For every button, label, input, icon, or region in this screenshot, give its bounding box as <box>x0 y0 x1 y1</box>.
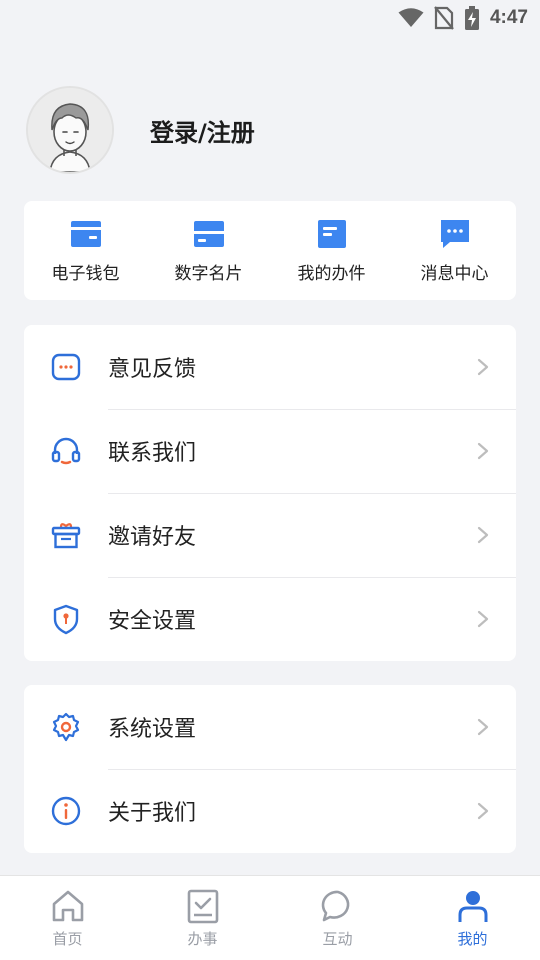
menu-item-label: 联系我们 <box>108 441 197 466</box>
headset-icon <box>51 437 81 465</box>
quick-item-my-cases[interactable]: 我的办件 <box>270 217 393 284</box>
nav-tab-home[interactable]: 首页 <box>6 888 129 949</box>
menu-item-label: 安全设置 <box>108 609 197 634</box>
menu-item-about-us[interactable]: 关于我们 <box>24 769 516 853</box>
info-icon <box>51 796 81 826</box>
nav-tab-interaction[interactable]: 互动 <box>276 888 399 949</box>
wifi-icon <box>398 8 424 27</box>
message-icon <box>440 220 469 248</box>
chevron-right-icon <box>477 442 489 460</box>
quick-item-label: 数字名片 <box>174 264 243 284</box>
menu-item-feedback[interactable]: 意见反馈 <box>24 325 516 409</box>
nav-tab-label: 办事 <box>187 929 218 948</box>
wallet-icon <box>70 221 101 247</box>
quick-item-label: 消息中心 <box>420 264 489 284</box>
user-icon <box>458 890 487 922</box>
chevron-right-icon <box>477 610 489 628</box>
chat-bubble-icon <box>321 890 349 921</box>
bottom-navigation: 首页 办事 互动 我的 <box>0 875 540 960</box>
battery-charging-icon <box>464 6 479 30</box>
menu-item-label: 系统设置 <box>108 717 197 742</box>
gear-icon <box>52 712 80 742</box>
avatar-cartoon-icon <box>28 88 112 172</box>
business-card-icon <box>193 221 224 247</box>
nav-tab-services[interactable]: 办事 <box>141 888 264 949</box>
menu-group-account: 意见反馈 联系我们 邀请好友 安全设置 <box>24 325 516 661</box>
chevron-right-icon <box>477 526 489 544</box>
quick-item-wallet[interactable]: 电子钱包 <box>24 217 147 284</box>
clock-time: 4:47 <box>489 7 528 28</box>
quick-item-label: 我的办件 <box>297 264 366 284</box>
status-bar: 4:47 <box>0 0 540 36</box>
chevron-right-icon <box>477 358 489 376</box>
nav-tab-label: 首页 <box>52 929 83 948</box>
quick-item-message-center[interactable]: 消息中心 <box>393 217 516 284</box>
menu-item-invite-friends[interactable]: 邀请好友 <box>24 493 516 577</box>
chevron-right-icon <box>477 718 489 736</box>
menu-item-label: 意见反馈 <box>108 357 197 382</box>
feedback-icon <box>51 353 81 381</box>
nav-tab-mine[interactable]: 我的 <box>411 888 534 949</box>
checklist-icon <box>187 889 218 923</box>
login-register-link[interactable]: 登录/注册 <box>150 113 255 148</box>
menu-item-security-settings[interactable]: 安全设置 <box>24 577 516 661</box>
nav-tab-label: 互动 <box>322 929 353 948</box>
menu-item-system-settings[interactable]: 系统设置 <box>24 685 516 769</box>
home-icon <box>52 890 83 921</box>
document-icon <box>317 220 346 248</box>
menu-item-label: 关于我们 <box>108 801 197 826</box>
quick-item-label: 电子钱包 <box>51 264 120 284</box>
quick-actions-card: 电子钱包 数字名片 我的办件 消息中心 <box>24 201 516 300</box>
quick-item-business-card[interactable]: 数字名片 <box>147 217 270 284</box>
nav-tab-label: 我的 <box>457 929 488 948</box>
menu-item-label: 邀请好友 <box>108 525 197 550</box>
avatar[interactable] <box>26 86 114 174</box>
shield-icon <box>53 604 79 635</box>
gift-icon <box>51 523 81 549</box>
menu-group-system: 系统设置 关于我们 <box>24 685 516 853</box>
chevron-right-icon <box>477 802 489 820</box>
no-sim-icon <box>434 6 454 30</box>
profile-header[interactable]: 登录/注册 <box>26 86 255 174</box>
menu-item-contact-us[interactable]: 联系我们 <box>24 409 516 493</box>
